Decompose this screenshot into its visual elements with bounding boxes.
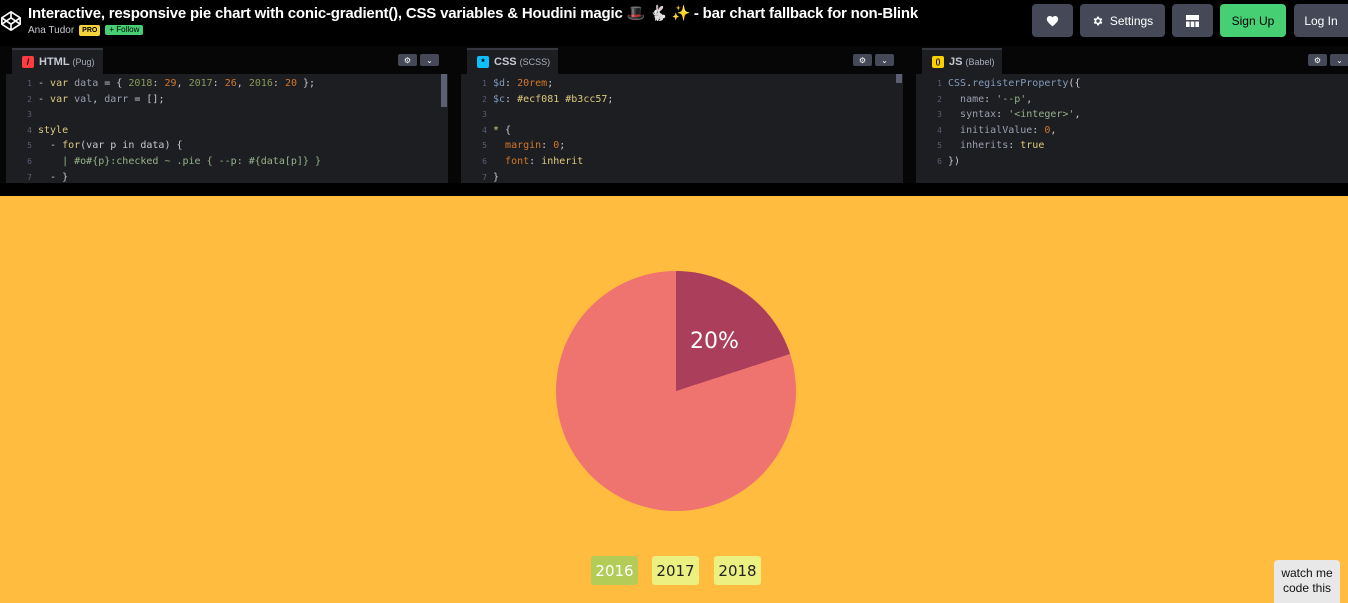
- js-editor[interactable]: () JS (Babel) ⚙ ⌄ 1 CSS.registerProperty(…: [916, 46, 1348, 183]
- author-byline: Ana Tudor PRO + Follow: [28, 24, 144, 36]
- html-editor-tab[interactable]: / HTML (Pug): [12, 48, 103, 74]
- sign-up-button[interactable]: Sign Up: [1220, 4, 1286, 37]
- js-code[interactable]: 1 CSS.registerProperty({ 2 name: '--p', 3…: [916, 74, 1348, 183]
- settings-label: Settings: [1109, 13, 1154, 28]
- year-button-2018[interactable]: 2018: [714, 556, 761, 585]
- editor-panes: / HTML (Pug) ⚙ ⌄ 1- var data = { 2018: 2…: [0, 46, 1348, 183]
- js-settings-icon[interactable]: ⚙: [1308, 54, 1327, 66]
- css-chevron-down-icon[interactable]: ⌄: [875, 54, 894, 66]
- top-bar: Interactive, responsive pie chart with c…: [0, 0, 1348, 46]
- gear-icon: [1093, 16, 1103, 25]
- html-editor[interactable]: / HTML (Pug) ⚙ ⌄ 1- var data = { 2018: 2…: [6, 46, 448, 183]
- settings-button[interactable]: Settings: [1080, 4, 1165, 37]
- html-lang-icon: /: [22, 56, 34, 68]
- year-button-2016[interactable]: 2016: [591, 556, 638, 585]
- author-name[interactable]: Ana Tudor: [28, 25, 74, 36]
- js-chevron-down-icon[interactable]: ⌄: [1330, 54, 1348, 66]
- log-in-button[interactable]: Log In: [1294, 4, 1348, 37]
- layout-grid-icon: [1186, 14, 1199, 27]
- html-chevron-down-icon[interactable]: ⌄: [420, 54, 439, 66]
- html-scrollbar[interactable]: [441, 74, 447, 107]
- pie-chart: [556, 271, 796, 511]
- css-editor[interactable]: * CSS (SCSS) ⚙ ⌄ 1 $d: 20rem; 2 $c: #ecf08…: [461, 46, 903, 183]
- codepen-logo-icon[interactable]: [0, 9, 22, 33]
- css-scrollbar[interactable]: [896, 74, 902, 83]
- change-view-button[interactable]: [1172, 4, 1213, 37]
- heart-icon: [1046, 15, 1059, 26]
- html-code[interactable]: 1- var data = { 2018: 29, 2017: 26, 2016…: [6, 74, 448, 183]
- css-settings-icon[interactable]: ⚙: [853, 54, 872, 66]
- css-editor-tab[interactable]: * CSS (SCSS): [467, 48, 559, 74]
- year-button-2017[interactable]: 2017: [652, 556, 699, 585]
- pie-percent-label: 20%: [690, 329, 739, 354]
- css-code[interactable]: 1 $d: 20rem; 2 $c: #ecf081 #b3cc57; 3 4 * {…: [461, 74, 903, 183]
- js-editor-tab[interactable]: () JS (Babel): [922, 48, 1003, 74]
- follow-button[interactable]: + Follow: [105, 25, 144, 35]
- css-lang-icon: *: [477, 56, 489, 68]
- resizer-bar[interactable]: [0, 183, 1348, 196]
- html-settings-icon[interactable]: ⚙: [398, 54, 417, 66]
- pro-badge: PRO: [79, 24, 101, 36]
- watch-me-code-this-button[interactable]: watch me code this: [1274, 560, 1340, 603]
- pen-title: Interactive, responsive pie chart with c…: [28, 5, 918, 22]
- js-lang-icon: (): [932, 56, 944, 68]
- love-button[interactable]: [1032, 4, 1073, 37]
